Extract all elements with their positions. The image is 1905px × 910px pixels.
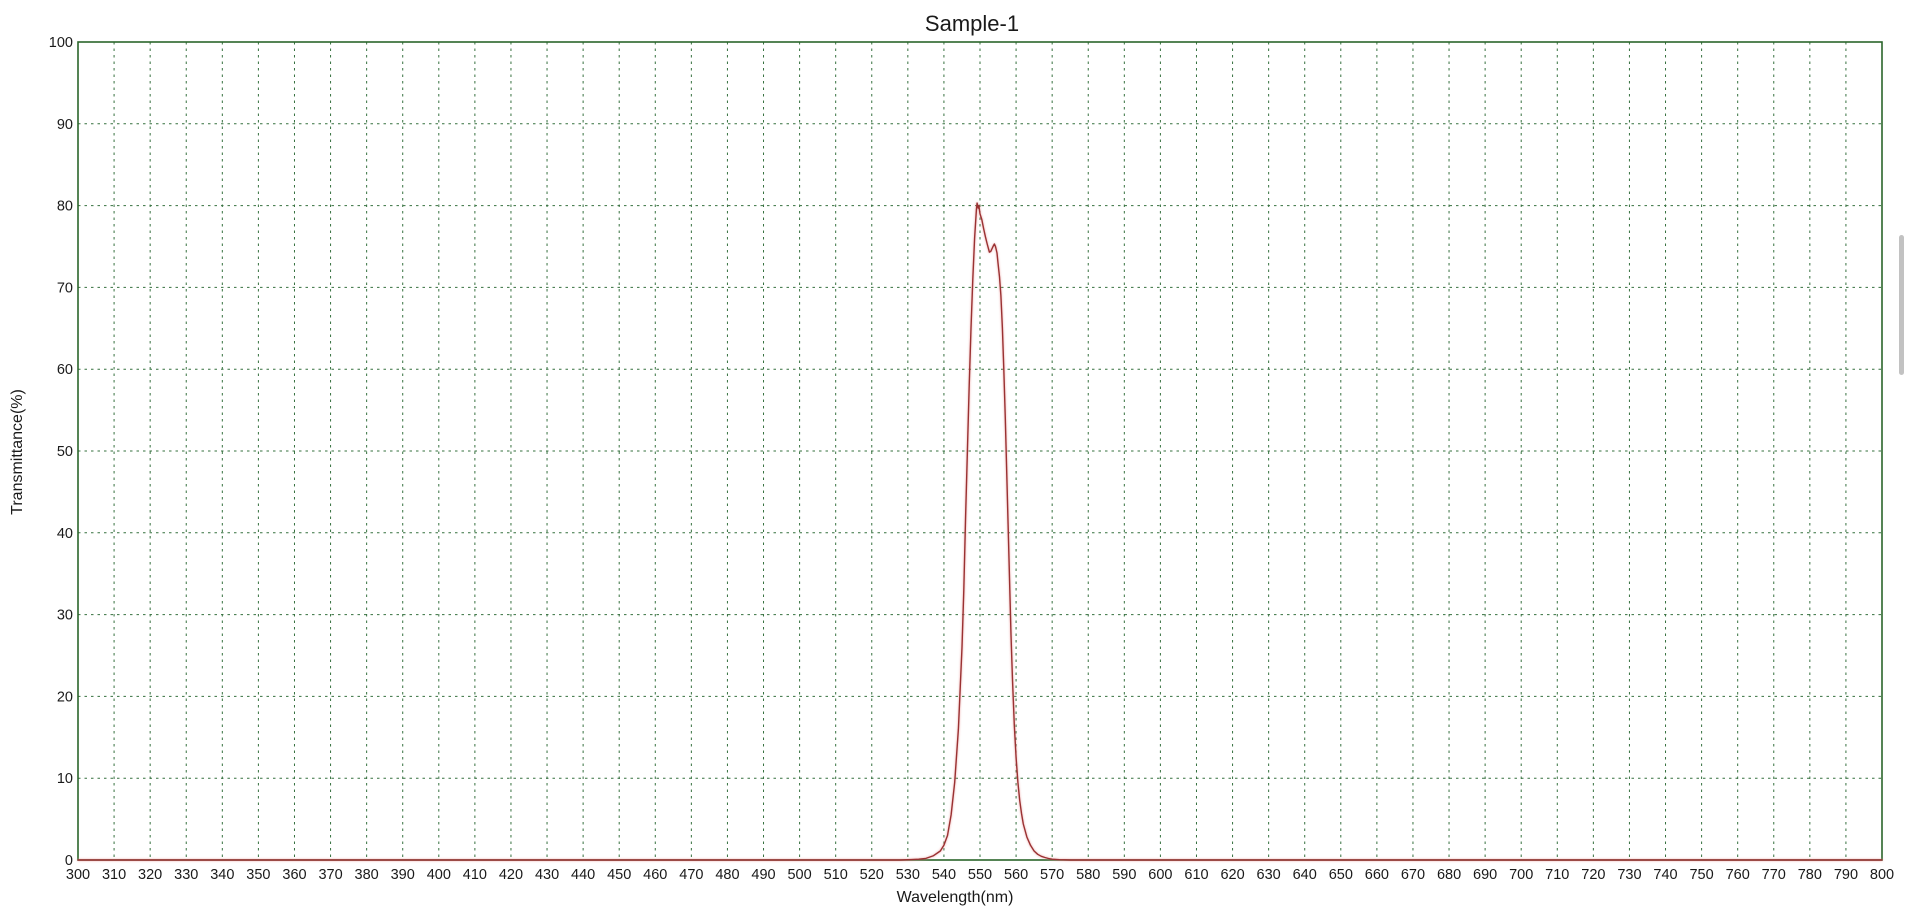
x-tick-label: 580 — [1076, 867, 1100, 883]
x-axis-title: Wavelength(nm) — [897, 889, 1014, 906]
transmittance-spectrum-chart: 3003103203303403503603703803904004104204… — [0, 0, 1905, 910]
x-tick-label: 460 — [643, 867, 667, 883]
x-tick-label: 600 — [1148, 867, 1172, 883]
x-tick-label: 320 — [138, 867, 162, 883]
y-axis-tick-labels: 0 10 20 30 40 50 60 70 80 90 100 — [49, 35, 73, 869]
x-tick-label: 680 — [1437, 867, 1461, 883]
x-tick-label: 760 — [1726, 867, 1750, 883]
y-axis-title: Transmittance(%) — [9, 389, 26, 515]
x-tick-label: 740 — [1653, 867, 1677, 883]
x-tick-label: 690 — [1473, 867, 1497, 883]
x-tick-label: 520 — [860, 867, 884, 883]
x-tick-label: 610 — [1184, 867, 1208, 883]
x-tick-label: 400 — [427, 867, 451, 883]
x-tick-label: 310 — [102, 867, 126, 883]
x-tick-label: 300 — [66, 867, 90, 883]
x-tick-label: 790 — [1834, 867, 1858, 883]
y-tick-label: 0 — [65, 853, 73, 869]
x-tick-label: 350 — [246, 867, 270, 883]
x-tick-label: 720 — [1581, 867, 1605, 883]
x-tick-label: 620 — [1220, 867, 1244, 883]
chart-canvas: 3003103203303403503603703803904004104204… — [0, 0, 1905, 910]
x-tick-label: 700 — [1509, 867, 1533, 883]
x-tick-label: 430 — [535, 867, 559, 883]
x-tick-label: 650 — [1329, 867, 1353, 883]
x-axis-tick-labels: 300 310 320 330 340 350 360 370 380 390 400 410 420 4… — [66, 867, 1894, 883]
x-tick-label: 500 — [787, 867, 811, 883]
x-tick-label: 560 — [1004, 867, 1028, 883]
vertical-scrollbar-thumb[interactable] — [1899, 235, 1904, 375]
x-tick-label: 340 — [210, 867, 234, 883]
x-tick-label: 410 — [463, 867, 487, 883]
y-tick-label: 20 — [57, 689, 73, 705]
x-tick-label: 780 — [1798, 867, 1822, 883]
x-tick-label: 490 — [751, 867, 775, 883]
x-tick-label: 420 — [499, 867, 523, 883]
y-tick-label: 70 — [57, 280, 73, 296]
y-tick-label: 90 — [57, 117, 73, 133]
x-tick-label: 360 — [282, 867, 306, 883]
x-tick-label: 570 — [1040, 867, 1064, 883]
x-tick-label: 540 — [932, 867, 956, 883]
x-tick-label: 470 — [679, 867, 703, 883]
x-tick-label: 630 — [1257, 867, 1281, 883]
x-tick-label: 800 — [1870, 867, 1894, 883]
y-tick-label: 10 — [57, 771, 73, 787]
x-tick-label: 590 — [1112, 867, 1136, 883]
x-tick-label: 730 — [1617, 867, 1641, 883]
x-tick-label: 770 — [1762, 867, 1786, 883]
x-tick-label: 370 — [318, 867, 342, 883]
x-tick-label: 550 — [968, 867, 992, 883]
x-tick-label: 440 — [571, 867, 595, 883]
x-tick-label: 530 — [896, 867, 920, 883]
x-tick-label: 710 — [1545, 867, 1569, 883]
x-tick-label: 390 — [391, 867, 415, 883]
y-tick-label: 30 — [57, 608, 73, 624]
x-tick-label: 330 — [174, 867, 198, 883]
x-tick-label: 480 — [715, 867, 739, 883]
y-tick-label: 100 — [49, 35, 73, 51]
y-tick-label: 40 — [57, 526, 73, 542]
y-tick-label: 60 — [57, 362, 73, 378]
x-tick-label: 450 — [607, 867, 631, 883]
plot-border — [78, 42, 1882, 860]
x-tick-label: 510 — [824, 867, 848, 883]
chart-title: Sample-1 — [925, 11, 1019, 36]
x-tick-label: 660 — [1365, 867, 1389, 883]
y-tick-label: 80 — [57, 199, 73, 215]
gridlines — [78, 42, 1882, 860]
x-tick-label: 380 — [355, 867, 379, 883]
x-tick-label: 670 — [1401, 867, 1425, 883]
x-tick-label: 750 — [1689, 867, 1713, 883]
y-tick-label: 50 — [57, 444, 73, 460]
x-tick-label: 640 — [1293, 867, 1317, 883]
